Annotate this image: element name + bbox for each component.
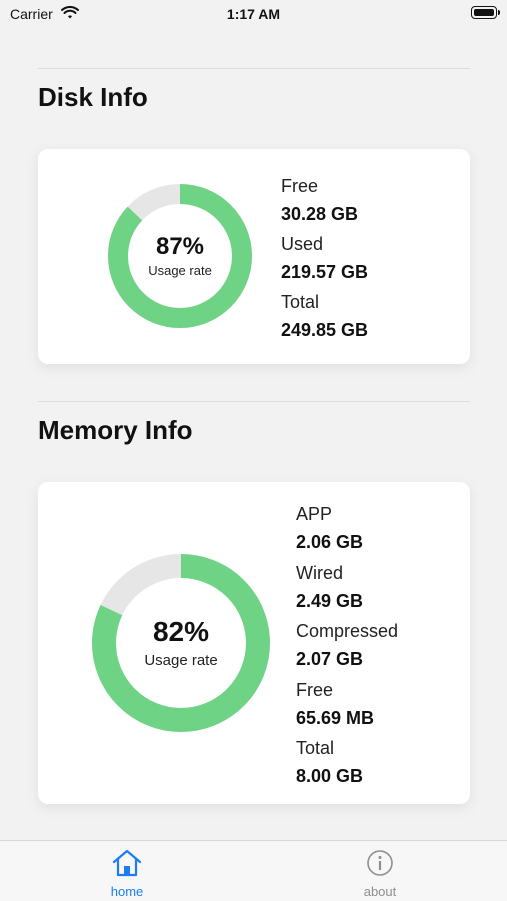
memory-stat-free: Free 65.69 MB — [296, 679, 374, 729]
memory-stat-total: Total 8.00 GB — [296, 737, 363, 787]
memory-usage-caption: Usage rate — [144, 651, 218, 669]
clock-time: 1:17 AM — [226, 6, 281, 22]
memory-stat-wired: Wired 2.49 GB — [296, 562, 363, 612]
stat-label: Total — [281, 292, 320, 312]
disk-usage-caption: Usage rate — [148, 262, 212, 278]
stat-value: 219.57 GB — [281, 262, 369, 282]
info-icon — [340, 849, 420, 882]
home-icon — [87, 849, 167, 882]
stat-label: Free — [281, 176, 319, 196]
tab-home-label: home — [110, 884, 144, 899]
disk-info-card: 87% Usage rate Free 30.28 GB Used 219.57… — [38, 149, 470, 364]
memory-info-title: Memory Info — [38, 415, 193, 445]
stat-value: 2.06 GB — [296, 532, 364, 552]
memory-stat-compressed: Compressed 2.07 GB — [296, 620, 398, 670]
stat-label: Compressed — [296, 621, 399, 641]
status-bar: Carrier 1:17 AM — [0, 0, 507, 28]
divider — [38, 401, 470, 402]
stat-value: 2.07 GB — [296, 649, 364, 669]
stat-value: 2.49 GB — [296, 591, 364, 611]
stat-label: Wired — [296, 563, 344, 583]
stat-label: Used — [281, 234, 324, 254]
disk-stat-total: Total 249.85 GB — [281, 291, 368, 341]
disk-stat-free: Free 30.28 GB — [281, 175, 358, 225]
memory-stat-app: APP 2.06 GB — [296, 503, 363, 553]
stat-value: 8.00 GB — [296, 766, 364, 786]
disk-usage-ring: 87% Usage rate — [105, 181, 255, 331]
tab-about-label: about — [363, 884, 397, 899]
stat-label: Free — [296, 680, 334, 700]
tab-bar: home about — [0, 840, 507, 901]
stat-label: Total — [296, 738, 335, 758]
stat-value: 249.85 GB — [281, 320, 369, 340]
stat-value: 65.69 MB — [296, 708, 375, 728]
memory-usage-ring: 82% Usage rate — [89, 551, 273, 735]
battery-icon — [471, 6, 500, 19]
tab-home[interactable]: home — [87, 849, 167, 899]
memory-usage-percent: 82% — [152, 616, 210, 648]
stat-label: APP — [296, 504, 333, 524]
disk-info-title: Disk Info — [38, 82, 148, 112]
tab-about[interactable]: about — [340, 849, 420, 899]
memory-info-card: 82% Usage rate APP 2.06 GB Wired 2.49 GB… — [38, 482, 470, 804]
disk-stat-used: Used 219.57 GB — [281, 233, 368, 283]
stat-value: 30.28 GB — [281, 204, 359, 224]
disk-usage-percent: 87% — [155, 233, 205, 261]
divider — [38, 68, 470, 69]
